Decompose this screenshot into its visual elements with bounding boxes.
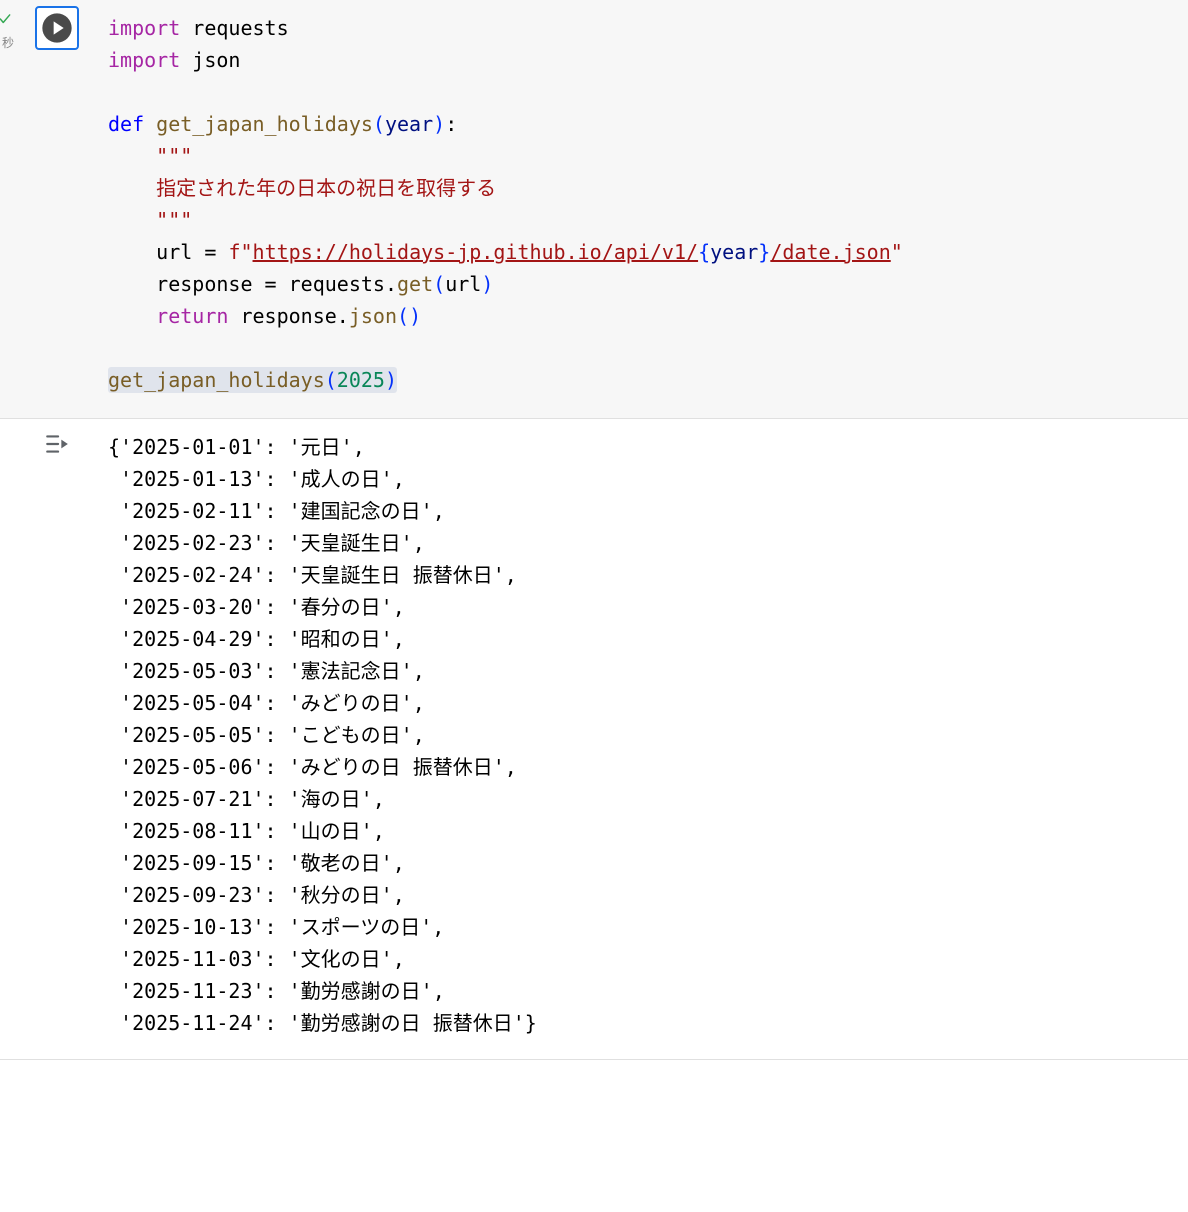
arg-url: url — [445, 272, 481, 296]
output-cell: {'2025-01-01': '元日', '2025-01-13': '成人の日… — [0, 419, 1188, 1060]
fstr-year: year — [710, 240, 758, 264]
output-line: '2025-05-03': '憲法記念日', — [108, 659, 425, 683]
eq: = — [265, 272, 277, 296]
output-line: '2025-05-05': 'こどもの日', — [108, 723, 425, 747]
output-line: '2025-03-20': '春分の日', — [108, 595, 405, 619]
requests-mod: requests — [289, 272, 385, 296]
module-json: json — [192, 48, 240, 72]
keyword-def: def — [108, 112, 144, 136]
run-cell-button[interactable] — [35, 6, 79, 50]
output-line: {'2025-01-01': '元日', — [108, 435, 365, 459]
dot: . — [385, 272, 397, 296]
url-literal-part1: https://holidays-jp.github.io/api/v1/ — [253, 240, 699, 264]
paren-open: ( — [433, 272, 445, 296]
url-literal-part2: /date.json — [770, 240, 890, 264]
paren-close: ) — [385, 368, 397, 392]
call-line-highlight: get_japan_holidays(2025) — [108, 367, 397, 393]
output-line: '2025-11-24': '勤労感謝の日 振替休日'} — [108, 1011, 537, 1035]
paren-open: ( — [373, 112, 385, 136]
json-call: json — [349, 304, 397, 328]
code-cell: 秒 import requests import json def get_ja… — [0, 0, 1188, 419]
output-line: '2025-05-04': 'みどりの日', — [108, 691, 425, 715]
dot: . — [337, 304, 349, 328]
f-prefix: f — [228, 240, 240, 264]
docstring-body: 指定された年の日本の祝日を取得する — [156, 176, 496, 200]
keyword-return: return — [156, 304, 228, 328]
var-url: url — [156, 240, 192, 264]
var-response: response — [156, 272, 252, 296]
output-line: '2025-09-15': '敬老の日', — [108, 851, 405, 875]
paren-open: ( — [397, 304, 409, 328]
output-line: '2025-09-23': '秋分の日', — [108, 883, 405, 907]
output-line: '2025-08-11': '山の日', — [108, 819, 385, 843]
exec-indicator: 秒 — [0, 6, 98, 50]
output-line: '2025-05-06': 'みどりの日 振替休日', — [108, 755, 517, 779]
keyword-import: import — [108, 16, 180, 40]
output-line: '2025-02-23': '天皇誕生日', — [108, 531, 425, 555]
cell-gutter: 秒 — [0, 0, 98, 418]
output-expand-icon[interactable] — [44, 431, 70, 457]
eq: = — [204, 240, 216, 264]
module-requests: requests — [192, 16, 288, 40]
dq-close: " — [891, 240, 903, 264]
function-name: get_japan_holidays — [156, 112, 373, 136]
param-year: year — [385, 112, 433, 136]
output-line: '2025-11-23': '勤労感謝の日', — [108, 979, 445, 1003]
checkmark-icon — [0, 12, 12, 26]
call-arg-year: 2025 — [337, 368, 385, 392]
cell-output-text: {'2025-01-01': '元日', '2025-01-13': '成人の日… — [98, 419, 1188, 1059]
docstring-close: """ — [156, 208, 192, 232]
brace-close: } — [758, 240, 770, 264]
output-line: '2025-01-13': '成人の日', — [108, 467, 405, 491]
var-response: response — [240, 304, 336, 328]
code-editor[interactable]: import requests import json def get_japa… — [98, 0, 1188, 418]
output-line: '2025-07-21': '海の日', — [108, 787, 385, 811]
paren-close: ) — [481, 272, 493, 296]
output-line: '2025-02-11': '建国記念の日', — [108, 499, 445, 523]
dq-open: " — [240, 240, 252, 264]
docstring-open: """ — [156, 144, 192, 168]
colon: : — [445, 112, 457, 136]
output-line: '2025-04-29': '昭和の日', — [108, 627, 405, 651]
play-icon — [41, 12, 73, 44]
output-line: '2025-11-03': '文化の日', — [108, 947, 405, 971]
keyword-import: import — [108, 48, 180, 72]
output-line: '2025-02-24': '天皇誕生日 振替休日', — [108, 563, 517, 587]
brace-open: { — [698, 240, 710, 264]
output-gutter — [0, 419, 98, 1059]
get-call: get — [397, 272, 433, 296]
output-icon-wrap — [0, 425, 98, 457]
output-line: '2025-10-13': 'スポーツの日', — [108, 915, 444, 939]
paren-close: ) — [433, 112, 445, 136]
function-call-name: get_japan_holidays — [108, 368, 325, 392]
exec-seconds-label: 秒 — [2, 34, 14, 53]
paren-open: ( — [325, 368, 337, 392]
paren-close: ) — [409, 304, 421, 328]
